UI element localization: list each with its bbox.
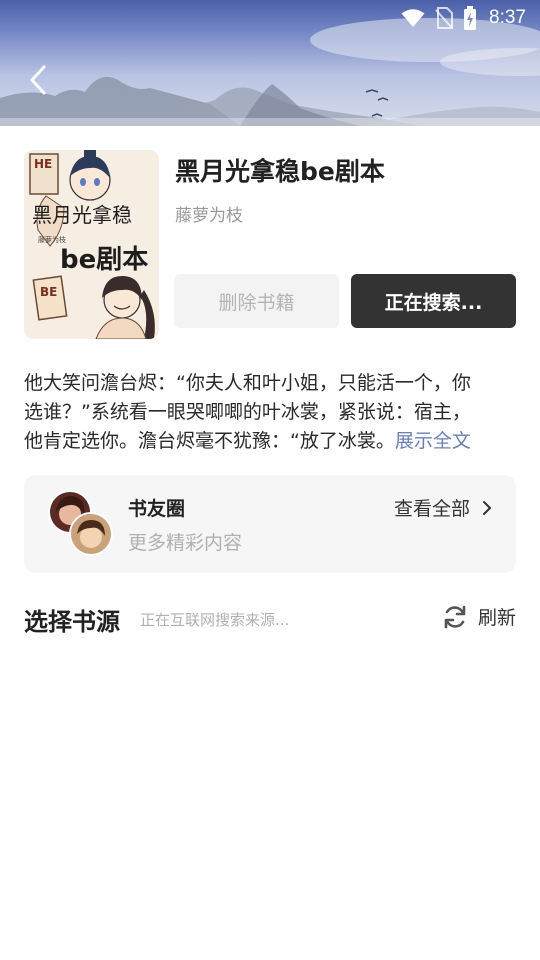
searching-button[interactable]: 正在搜索...: [351, 274, 516, 328]
book-summary[interactable]: 他大笑问澹台烬：“你夫人和叶小姐，只能活一个，你 选谁？”系统看一眼哭唧唧的叶冰…: [24, 369, 518, 456]
source-search-hint: 正在互联网搜索来源...: [140, 611, 290, 629]
header-banner: 8:37: [0, 0, 540, 126]
summary-line-3-text: 他肯定选你。澹台烬毫不犹豫：“放了冰裳。: [24, 430, 395, 452]
back-button[interactable]: [22, 62, 54, 98]
refresh-icon: [442, 604, 468, 630]
book-author[interactable]: 藤萝为枝: [175, 201, 243, 226]
summary-line-1: 他大笑问澹台烬：“你夫人和叶小姐，只能活一个，你: [24, 372, 471, 394]
cover-title-line1: 黑月光拿稳: [32, 203, 132, 227]
back-arrow-icon: [30, 65, 46, 95]
avatar: [69, 512, 113, 556]
book-circle-card[interactable]: 书友圈 更多精彩内容 查看全部: [24, 475, 516, 573]
no-sim-icon: [435, 7, 454, 29]
wifi-icon: [401, 8, 425, 28]
summary-line-2: 选谁？”系统看一眼哭唧唧的叶冰裳，紧张说：宿主，: [24, 401, 471, 423]
cover-badge-be: BE: [40, 285, 57, 299]
summary-line-3: 他肯定选你。澹台烬毫不犹豫：“放了冰裳。展示全文: [24, 427, 518, 456]
cover-badge-he: HE: [34, 157, 52, 171]
status-time: 8:37: [489, 7, 526, 28]
circle-subtitle: 更多精彩内容: [128, 532, 243, 554]
cover-illustration: HE 黑月光拿稳 be剧本 藤萝为枝 BE: [24, 150, 159, 339]
circle-title: 书友圈: [128, 498, 186, 520]
delete-book-button[interactable]: 删除书籍: [174, 274, 339, 328]
cover-author: 藤萝为枝: [38, 235, 66, 244]
chevron-right-icon: [482, 500, 492, 516]
cover-title-line2: be剧本: [60, 245, 148, 275]
refresh-label: 刷新: [477, 607, 516, 629]
battery-charging-icon: [463, 6, 477, 30]
expand-full-text-link[interactable]: 展示全文: [395, 430, 471, 452]
refresh-button[interactable]: 刷新: [442, 603, 516, 630]
view-all-label: 查看全部: [393, 498, 470, 520]
select-source-title: 选择书源: [24, 608, 120, 636]
book-cover[interactable]: HE 黑月光拿稳 be剧本 藤萝为枝 BE: [24, 150, 159, 339]
view-all-link[interactable]: 查看全部: [394, 494, 492, 521]
status-bar: 8:37: [0, 0, 540, 36]
book-title: 黑月光拿稳be剧本: [175, 157, 385, 186]
